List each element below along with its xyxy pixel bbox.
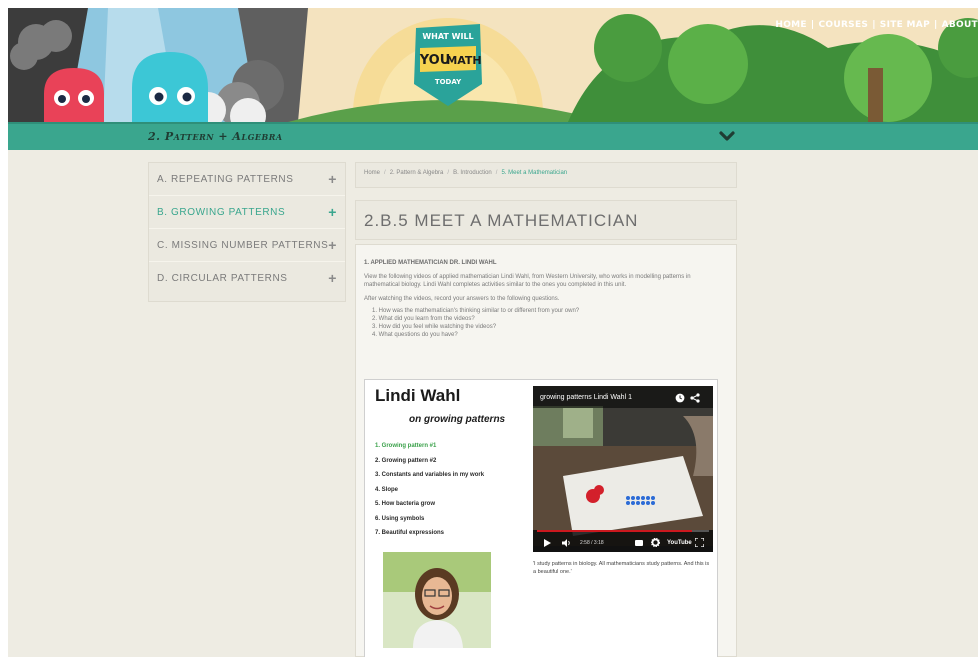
video-topic-link[interactable]: 3. Constants and variables in my work [375,468,484,483]
video-topic-link[interactable]: 4. Slope [375,483,484,498]
main-content: 1. APPLIED MATHEMATICIAN DR. LINDI WAHL … [355,244,737,657]
video-progress-bar[interactable] [537,530,709,532]
video-topic-link[interactable]: 7. Beautiful expressions [375,526,484,541]
video-player[interactable]: growing patterns Lindi Wahl 1 2:58 / 3:1… [533,386,713,552]
section-heading: 1. APPLIED MATHEMATICIAN DR. LINDI WAHL [364,260,497,266]
nav-about[interactable]: ABOUT [942,20,978,30]
video-frame [533,386,713,552]
page-title-box: 2.B.5 MEET A MATHEMATICIAN [355,200,737,240]
video-topic-link[interactable]: 6. Using symbols [375,512,484,527]
logo-line-1: WHAT WILL [422,32,473,41]
nav-home[interactable]: HOME [775,20,807,30]
breadcrumb: Home/2. Pattern & Algebra / B. Introductio… [355,162,737,188]
intro-text: View the following videos of applied mat… [364,274,691,288]
breadcrumb-section[interactable]: B. Introduction [453,170,492,176]
unit-bar: 2. Pattern + Algebra [8,122,978,150]
video-topic-link[interactable]: 5. How bacteria grow [375,497,484,512]
page: WHAT WILL YOU MATH TODAY HOME | COURSES | SI… [8,8,978,657]
video-progress-fill [537,530,692,532]
fullscreen-icon[interactable] [695,538,704,547]
volume-icon[interactable] [562,539,572,547]
sidebar-item-missing-number-patterns[interactable]: C. MISSING NUMBER PATTERNS + [149,229,345,262]
sidebar-item-circular-patterns[interactable]: D. CIRCULAR PATTERNS + [149,262,345,295]
video-topic-link[interactable]: 2. Growing pattern #2 [375,454,484,469]
video-time: 2:58 / 3:18 [580,540,604,546]
video-quote: 'I study patterns in biology. All mathem… [533,561,710,575]
logo[interactable]: WHAT WILL YOU MATH TODAY [410,24,486,110]
breadcrumb-home[interactable]: Home [364,170,380,176]
question-item: 4. What questions do you have? [372,332,458,338]
question-item: 1. How was the mathematician's thinking … [372,308,580,314]
sidebar: A. REPEATING PATTERNS + B. GROWING PATTE… [148,162,346,302]
captions-icon[interactable] [635,540,643,546]
question-item: 3. How did you feel while watching the v… [372,324,497,330]
unit-title[interactable]: 2. Pattern + Algebra [148,130,283,143]
mathematician-photo [383,552,491,648]
plus-icon[interactable]: + [328,171,337,187]
video-topics-list: 1. Growing pattern #1 2. Growing pattern… [375,439,484,541]
question-item: 2. What did you learn from the videos? [372,316,475,322]
sidebar-item-label: C. MISSING NUMBER PATTERNS [157,240,329,251]
video-title[interactable]: growing patterns Lindi Wahl 1 [540,394,632,402]
video-topic-link[interactable]: 1. Growing pattern #1 [375,439,484,454]
nav-site-map[interactable]: SITE MAP [880,20,930,30]
top-nav: HOME | COURSES | SITE MAP | ABOUT [775,20,978,30]
mathematician-card: Lindi Wahl on growing patterns 1. Growin… [364,379,718,657]
chevron-down-icon[interactable] [718,127,736,145]
share-icon[interactable] [690,393,700,403]
page-title: 2.B.5 MEET A MATHEMATICIAN [364,211,639,230]
youtube-logo[interactable]: YouTube [667,539,692,547]
questions-list: 1. How was the mathematician's thinking … [364,307,728,339]
instruction-text: After watching the videos, record your a… [364,296,560,302]
card-subtitle: on growing patterns [409,414,506,425]
logo-line-3: MATH [446,54,481,67]
watch-later-icon[interactable] [675,393,685,403]
breadcrumb-current: 5. Meet a Mathematician [501,170,568,176]
nav-courses[interactable]: COURSES [818,20,868,30]
play-icon[interactable] [543,539,551,547]
sidebar-item-label: A. REPEATING PATTERNS [157,174,294,185]
plus-icon[interactable]: + [328,237,337,253]
header-banner: WHAT WILL YOU MATH TODAY HOME | COURSES | SI… [8,8,978,122]
sidebar-item-growing-patterns[interactable]: B. GROWING PATTERNS + [149,196,345,229]
sidebar-item-label: D. CIRCULAR PATTERNS [157,273,288,284]
logo-line-4: TODAY [435,78,462,86]
mathematician-name: Lindi Wahl [375,386,461,405]
sidebar-item-label: B. GROWING PATTERNS [157,207,286,218]
sidebar-item-repeating-patterns[interactable]: A. REPEATING PATTERNS + [149,163,345,196]
plus-icon[interactable]: + [328,270,337,286]
plus-icon[interactable]: + [328,204,337,220]
breadcrumb-unit[interactable]: 2. Pattern & Algebra [390,170,444,176]
gear-icon[interactable] [651,538,660,547]
